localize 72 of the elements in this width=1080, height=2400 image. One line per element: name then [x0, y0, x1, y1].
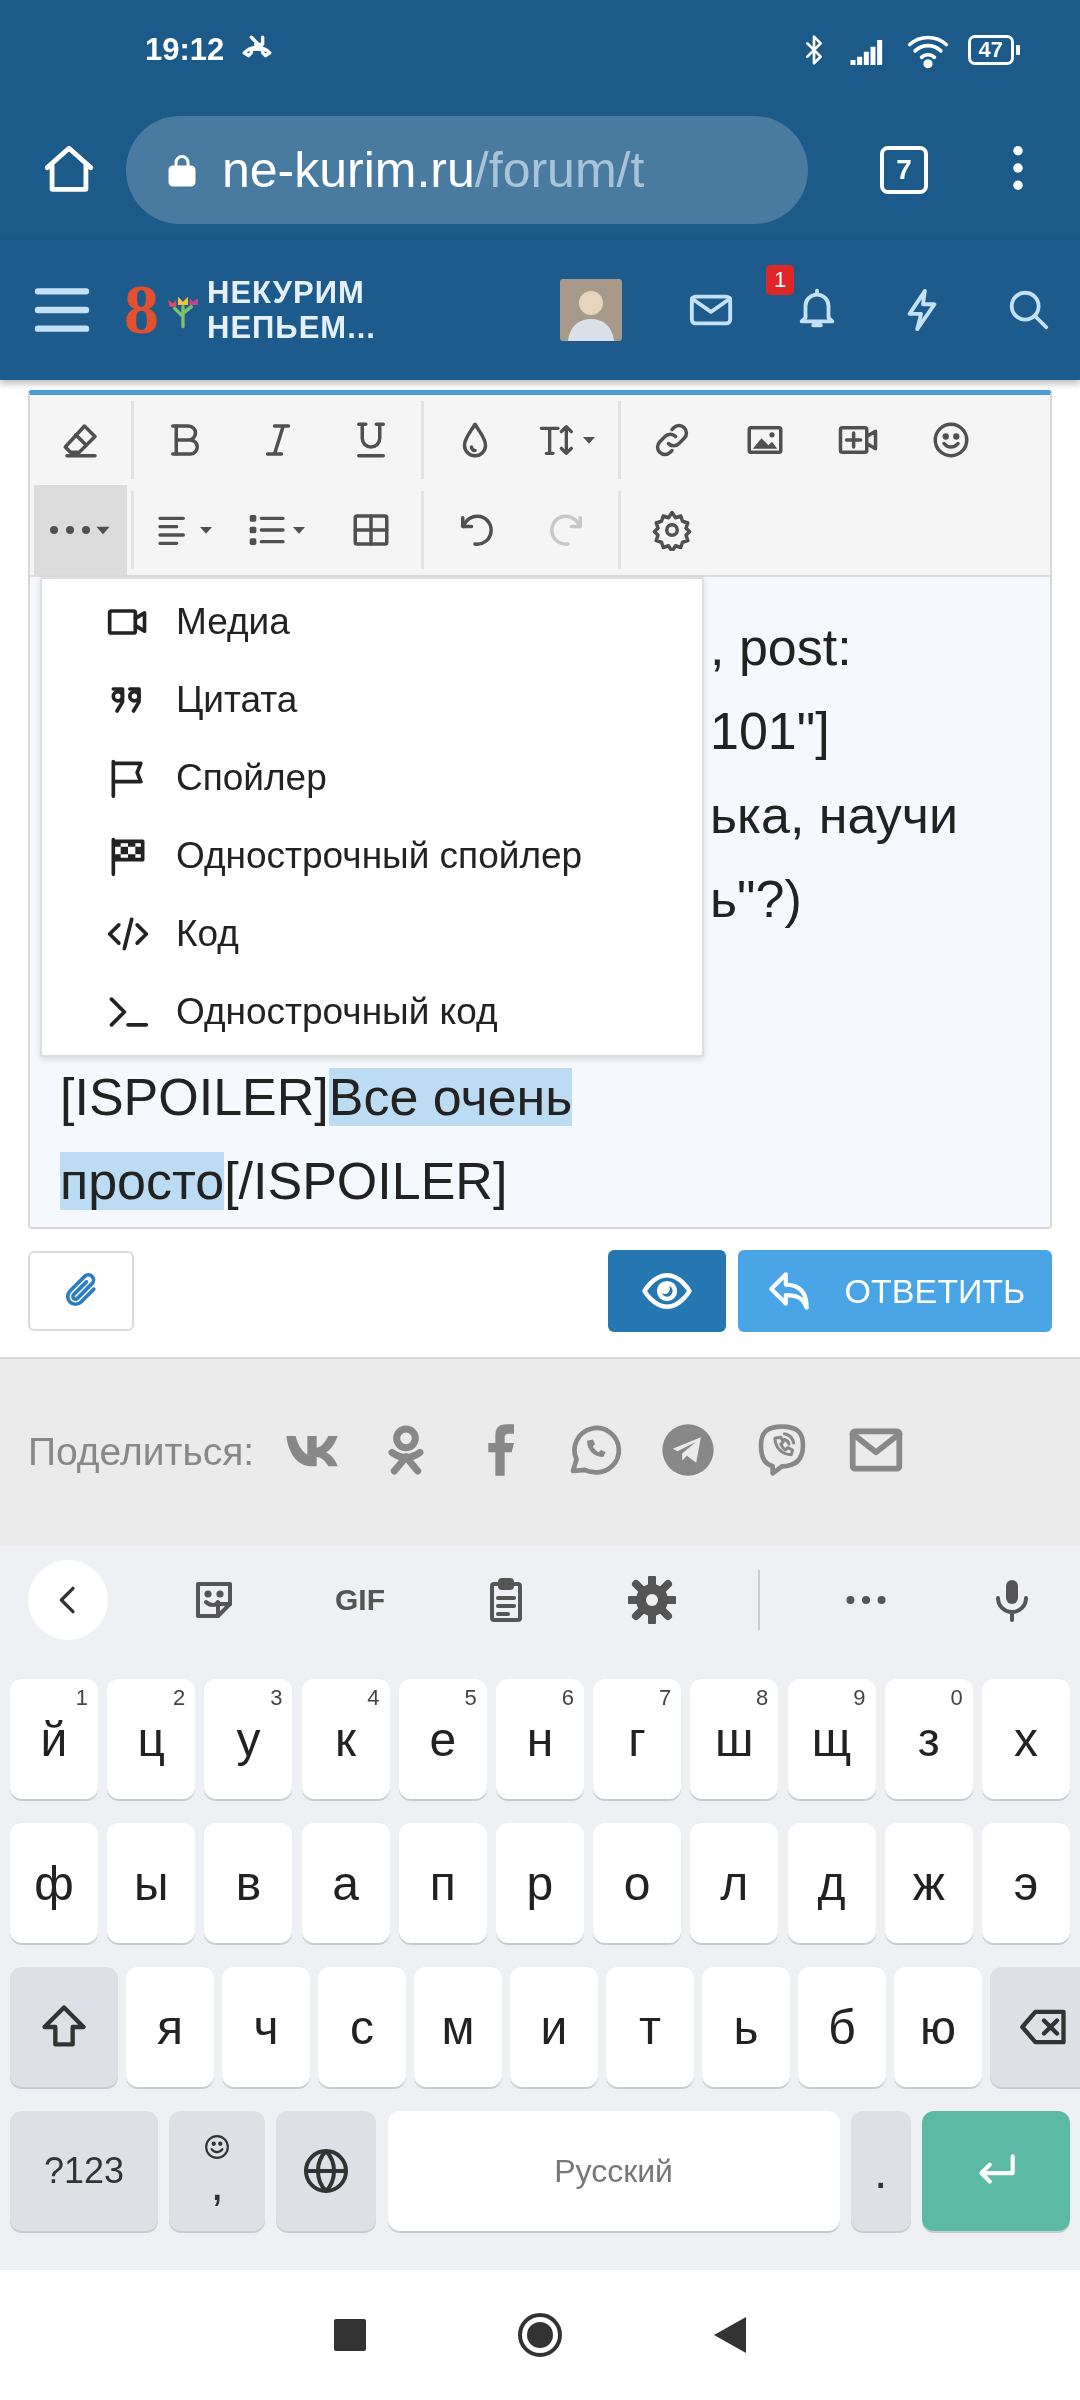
editor-text-line: [ISPOILER]Все очень: [59, 1067, 574, 1128]
key[interactable]: и: [510, 1967, 598, 2087]
gif-button[interactable]: GIF: [320, 1560, 400, 1640]
menu-icon[interactable]: [1012, 146, 1024, 190]
menu-item[interactable]: Медиа: [42, 583, 702, 661]
editor-text-line: просто[/ISPOILER]: [59, 1151, 509, 1212]
key[interactable]: [276, 2111, 377, 2231]
share-label: Поделиться:: [28, 1430, 255, 1474]
key[interactable]: ,: [169, 2111, 266, 2231]
key[interactable]: у 3: [204, 1679, 293, 1799]
key[interactable]: ц 2: [107, 1679, 196, 1799]
menu-item[interactable]: Спойлер: [42, 739, 702, 817]
logo-text: НЕПЬЕМ...: [207, 310, 376, 345]
settings-icon: [628, 1576, 676, 1624]
key[interactable]: [990, 1967, 1080, 2087]
notification-badge: 1: [766, 265, 795, 295]
globe-icon: [302, 2147, 351, 2195]
editor-text-line: , post:: [710, 617, 852, 678]
key[interactable]: ш 8: [690, 1679, 779, 1799]
key[interactable]: о: [593, 1823, 682, 1943]
key[interactable]: з 0: [884, 1679, 973, 1799]
key[interactable]: л: [690, 1823, 779, 1943]
key[interactable]: а: [301, 1823, 390, 1943]
menu-item[interactable]: Однострочный спойлер: [42, 817, 702, 895]
more-icon: [48, 526, 91, 534]
editor[interactable]: Медиа Цитата Спойлер Однострочный спойлер Код Однострочный код , post: 101"] ька, научи ь"?) [ISPOILER]Все очень просто[/ISPOILER]: [28, 390, 1052, 1229]
logo-mark: 8: [124, 275, 159, 345]
key[interactable]: в: [204, 1823, 293, 1943]
menu-item[interactable]: Цитата: [42, 661, 702, 739]
address-bar[interactable]: ne-kurim.ru/forum/t: [126, 116, 808, 224]
status-time: 19:12: [145, 32, 225, 68]
editor-text-line: ька, научи: [710, 785, 958, 846]
key[interactable]: х: [981, 1679, 1070, 1799]
key[interactable]: щ 9: [787, 1679, 876, 1799]
key[interactable]: п: [398, 1823, 487, 1943]
preview-button[interactable]: [608, 1250, 726, 1332]
editor-text-line: 101"]: [710, 701, 830, 762]
key[interactable]: е 5: [398, 1679, 487, 1799]
key[interactable]: т: [606, 1967, 694, 2087]
key[interactable]: к 4: [301, 1679, 390, 1799]
attach-button[interactable]: [28, 1251, 134, 1331]
back-icon[interactable]: [714, 2317, 746, 2353]
settings-icon: [650, 509, 693, 551]
key[interactable]: [10, 1967, 118, 2087]
key[interactable]: Русский: [387, 2111, 840, 2231]
key[interactable]: д: [787, 1823, 876, 1943]
key[interactable]: р: [495, 1823, 584, 1943]
key[interactable]: й 1: [10, 1679, 98, 1799]
key[interactable]: г 7: [593, 1679, 682, 1799]
home-icon[interactable]: [516, 2311, 564, 2359]
smiley-icon: [204, 2134, 231, 2160]
key[interactable]: .: [850, 2111, 911, 2231]
tab-count-button[interactable]: 7: [880, 146, 928, 194]
key[interactable]: м: [414, 1967, 502, 2087]
key[interactable]: ф: [10, 1823, 98, 1943]
key[interactable]: ю: [894, 1967, 982, 2087]
key[interactable]: б: [798, 1967, 886, 2087]
telegram-icon: [660, 1422, 717, 1478]
editor-text-line: ь"?): [710, 869, 802, 930]
key[interactable]: ?123: [10, 2111, 158, 2231]
key[interactable]: я: [126, 1967, 214, 2087]
key[interactable]: ж: [884, 1823, 973, 1943]
key[interactable]: ы: [107, 1823, 196, 1943]
logo-text: НЕКУРИМ: [207, 275, 366, 310]
menu-item[interactable]: Код: [42, 895, 702, 973]
key[interactable]: с: [318, 1967, 406, 2087]
menu-item[interactable]: Однострочный код: [42, 973, 702, 1051]
key[interactable]: ь: [702, 1967, 790, 2087]
key[interactable]: э: [981, 1823, 1070, 1943]
key[interactable]: ч: [222, 1967, 310, 2087]
key[interactable]: н 6: [495, 1679, 584, 1799]
toolbar-button[interactable]: [34, 485, 127, 575]
